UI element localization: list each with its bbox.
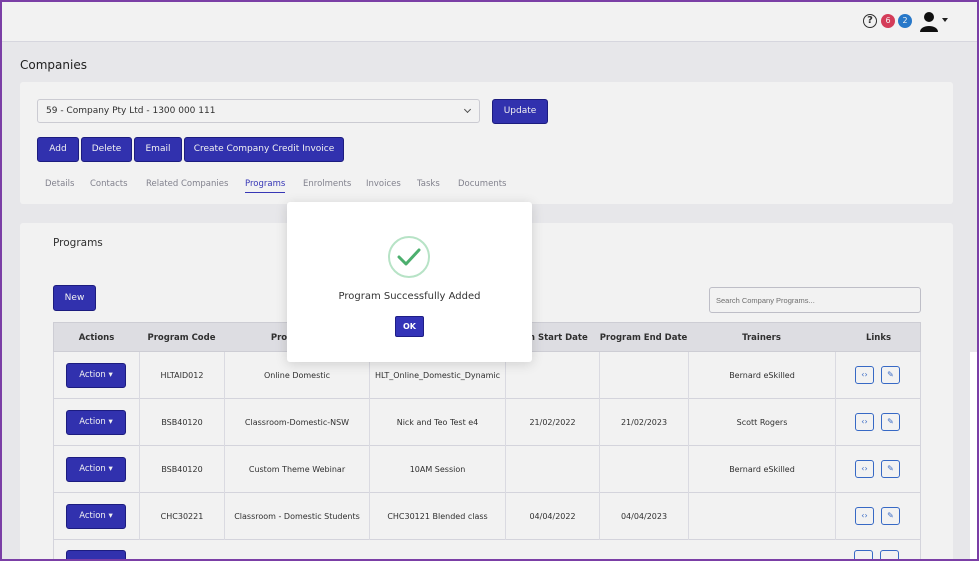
check-icon xyxy=(388,236,430,278)
scrollbar[interactable] xyxy=(970,352,977,559)
app-frame: ? 6 2 Companies 59 - Company Pty Ltd - 1… xyxy=(0,0,979,561)
ok-button[interactable]: OK xyxy=(395,316,424,337)
check-mark xyxy=(397,248,421,266)
dialog-message: Program Successfully Added xyxy=(338,291,481,302)
success-dialog: Program Successfully Added OK xyxy=(287,202,532,362)
